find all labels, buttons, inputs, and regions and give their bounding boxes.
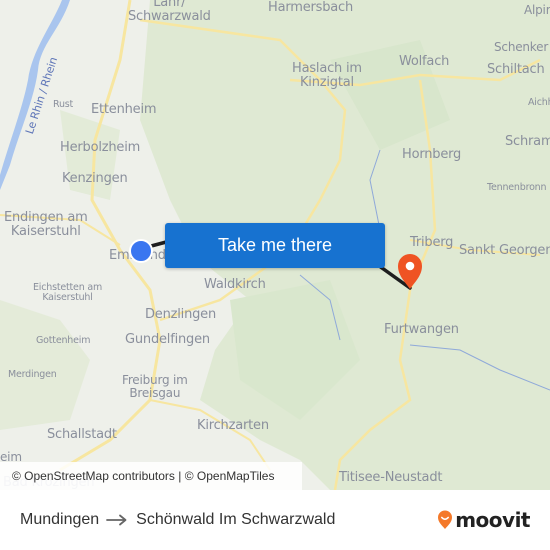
place-harmersbach: Harmersbach [268, 0, 354, 15]
place-wolfach: Wolfach [399, 54, 450, 69]
place-rust: Rust [53, 99, 74, 110]
place-titisee-neustadt: Titisee-Neustadt [339, 470, 443, 485]
route-footer: Mundingen Schönwald Im Schwarzwald moovi… [0, 490, 550, 550]
place-lahr: Lahr/ Schwarzwald [128, 0, 211, 24]
place-tennenbronn: Tennenbronn [487, 182, 547, 193]
place-furtwangen: Furtwangen [384, 322, 459, 337]
place-waldkirch: Waldkirch [204, 277, 266, 292]
place-haslach: Haslach im Kinzigtal [292, 61, 362, 90]
place-gottenheim: Gottenheim [36, 335, 91, 346]
place-sankt-georgen: Sankt Georgen [459, 243, 550, 258]
forest-area [0, 300, 90, 430]
map-attribution[interactable]: © OpenStreetMap contributors | © OpenMap… [0, 462, 302, 490]
take-me-there-button[interactable]: Take me there [165, 223, 385, 268]
place-alpirsbach: Alpir [524, 3, 550, 17]
map[interactable]: Le Rhin / Rhein Lahr/ Schwarzwald Harmer… [0, 0, 550, 490]
place-aichhalden: Aichh [528, 97, 550, 108]
moovit-logo: moovit [437, 508, 530, 532]
place-gundelfingen: Gundelfingen [125, 332, 210, 347]
origin-marker[interactable] [129, 239, 153, 263]
place-hornberg: Hornberg [402, 147, 462, 162]
place-schramberg: Schram [505, 134, 550, 149]
moovit-pin-icon [438, 510, 453, 529]
place-eichstetten: Eichstetten am Kaiserstuhl [33, 282, 103, 303]
place-merdingen: Merdingen [8, 369, 57, 380]
place-freiburg: Freiburg im Breisgau [122, 373, 188, 400]
place-herbolzheim: Herbolzheim [60, 140, 141, 155]
place-kirchzarten: Kirchzarten [197, 418, 269, 433]
place-denzlingen: Denzlingen [145, 307, 217, 322]
place-kenzingen: Kenzingen [62, 171, 128, 186]
place-schenkenzell: Schenker [494, 40, 549, 54]
place-endingen: Endingen am Kaiserstuhl [4, 210, 88, 239]
place-schiltach: Schiltach [487, 62, 545, 77]
route-destination-label: Schönwald Im Schwarzwald [136, 511, 336, 528]
arrow-right-icon [106, 514, 127, 526]
place-schallstadt: Schallstadt [47, 427, 117, 442]
forest-area [60, 110, 120, 200]
place-triberg: Triberg [410, 235, 454, 250]
route-origin-label: Mundingen [20, 511, 100, 528]
destination-pin-icon[interactable] [396, 252, 424, 290]
place-ettenheim: Ettenheim [91, 102, 157, 117]
moovit-wordmark: moovit [455, 508, 530, 532]
